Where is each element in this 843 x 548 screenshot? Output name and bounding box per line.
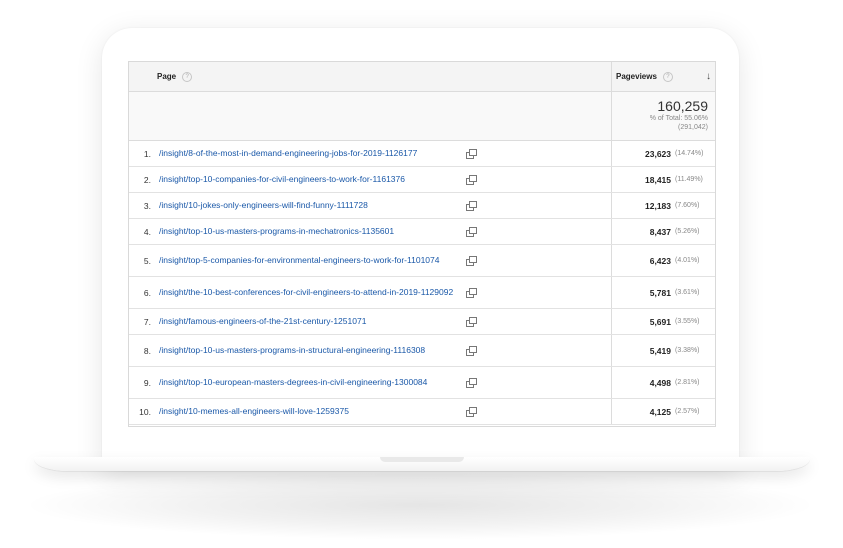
laptop-shadow (20, 470, 820, 540)
pageviews-value: 4,125 (649, 406, 671, 417)
help-icon[interactable]: ? (662, 71, 673, 82)
open-in-new-window-icon[interactable] (466, 406, 477, 417)
totals-row: 160,259 % of Total: 55.06% (291,042) (129, 92, 715, 141)
page-column-header[interactable]: Page ? (129, 62, 611, 91)
pageviews-percent: (5.26%) (675, 228, 700, 235)
row-index: 10. (139, 406, 151, 417)
pageviews-cell: 5,419 (3.38%) (611, 335, 715, 366)
table-row: 10. /insight/10-memes-all-engineers-will-… (129, 399, 715, 425)
open-in-new-window-icon[interactable] (466, 287, 477, 298)
page-cell: 3. /insight/10-jokes-only-engineers-will-… (129, 193, 611, 218)
page-link[interactable]: /insight/10-jokes-only-engineers-will-fi… (159, 200, 457, 211)
open-in-new-window-icon[interactable] (466, 255, 477, 266)
row-index: 2. (143, 174, 151, 185)
page-link[interactable]: /insight/top-5-companies-for-environment… (159, 255, 457, 266)
pageviews-cell: 4,498 (2.81%) (611, 367, 715, 398)
open-in-new-window-icon[interactable] (466, 345, 477, 356)
open-in-new-window-icon[interactable] (466, 377, 477, 388)
row-index: 1. (143, 148, 151, 159)
pageviews-value: 5,419 (649, 345, 671, 356)
pageviews-cell: 6,423 (4.01%) (611, 245, 715, 276)
row-index: 6. (143, 287, 151, 298)
page-link[interactable]: /insight/10-memes-all-engineers-will-lov… (159, 406, 457, 417)
page-link[interactable]: /insight/famous-engineers-of-the-21st-ce… (159, 316, 457, 327)
pageviews-percent: (3.55%) (675, 318, 700, 325)
table-row: 6. /insight/the-10-best-conferences-for-c… (129, 277, 715, 309)
page-link[interactable]: /insight/the-10-best-conferences-for-civ… (159, 287, 457, 298)
pageviews-percent: (2.81%) (675, 379, 700, 386)
row-index: 4. (143, 226, 151, 237)
row-index: 9. (143, 377, 151, 388)
table-row: 1. /insight/8-of-the-most-in-demand-engin… (129, 141, 715, 167)
open-in-new-window-icon[interactable] (466, 226, 477, 237)
table-row: 7. /insight/famous-engineers-of-the-21st-… (129, 309, 715, 335)
total-pageviews: 160,259 (657, 98, 708, 114)
pageviews-cell: 18,415 (11.49%) (611, 167, 715, 192)
pageviews-percent: (4.01%) (675, 257, 700, 264)
totals-cell: 160,259 % of Total: 55.06% (291,042) (611, 92, 715, 140)
pageviews-value: 12,183 (645, 200, 671, 211)
page-cell: 4. /insight/top-10-us-masters-programs-in… (129, 219, 611, 244)
table-header: Page ? Pageviews ? ↓ (129, 62, 715, 92)
page-cell: 2. /insight/top-10-companies-for-civil-en… (129, 167, 611, 192)
total-percent: % of Total: 55.06% (649, 115, 708, 122)
row-index: 7. (143, 316, 151, 327)
open-in-new-window-icon[interactable] (466, 174, 477, 185)
pageviews-cell: 23,623 (14.74%) (611, 141, 715, 166)
pageviews-percent: (3.38%) (675, 347, 700, 354)
pageviews-percent: (11.49%) (675, 176, 703, 183)
page-cell: 1. /insight/8-of-the-most-in-demand-engin… (129, 141, 611, 166)
pageviews-cell: 5,781 (3.61%) (611, 277, 715, 308)
pageviews-column-header[interactable]: Pageviews ? ↓ (611, 62, 715, 91)
pageviews-percent: (14.74%) (675, 150, 704, 157)
page-link[interactable]: /insight/top-10-us-masters-programs-in-s… (159, 345, 457, 356)
page-column-label: Page (157, 72, 177, 81)
page-cell: 9. /insight/top-10-european-masters-degre… (129, 367, 611, 398)
table-body: 1. /insight/8-of-the-most-in-demand-engin… (129, 141, 715, 425)
table-row: 2. /insight/top-10-companies-for-civil-en… (129, 167, 715, 193)
pageviews-value: 5,781 (649, 287, 671, 298)
page-link[interactable]: /insight/top-10-companies-for-civil-engi… (159, 174, 457, 185)
table-row: 3. /insight/10-jokes-only-engineers-will-… (129, 193, 715, 219)
row-index: 5. (143, 255, 151, 266)
pageviews-value: 8,437 (649, 226, 671, 237)
page-cell: 6. /insight/the-10-best-conferences-for-c… (129, 277, 611, 308)
pageviews-column-label: Pageviews (616, 72, 657, 81)
help-icon[interactable]: ? (182, 71, 193, 82)
pageviews-value: 5,691 (649, 316, 671, 327)
pageviews-value: 4,498 (649, 377, 671, 388)
pageviews-value: 6,423 (649, 255, 671, 266)
pageviews-value: 23,623 (645, 148, 671, 159)
pageviews-cell: 12,183 (7.60%) (611, 193, 715, 218)
open-in-new-window-icon[interactable] (466, 148, 477, 159)
pageviews-cell: 8,437 (5.26%) (611, 219, 715, 244)
pageviews-percent: (2.57%) (675, 408, 700, 415)
page-cell: 7. /insight/famous-engineers-of-the-21st-… (129, 309, 611, 334)
open-in-new-window-icon[interactable] (466, 200, 477, 211)
pageviews-cell: 4,125 (2.57%) (611, 399, 715, 424)
page-link[interactable]: /insight/top-10-us-masters-programs-in-m… (159, 226, 457, 237)
table-row: 5. /insight/top-5-companies-for-environme… (129, 245, 715, 277)
page-link[interactable]: /insight/8-of-the-most-in-demand-enginee… (159, 148, 457, 159)
sort-descending-icon[interactable]: ↓ (706, 71, 711, 82)
laptop-notch (380, 457, 464, 462)
pageviews-percent: (7.60%) (675, 202, 700, 209)
row-index: 8. (143, 345, 151, 356)
table-row: 8. /insight/top-10-us-masters-programs-in… (129, 335, 715, 367)
row-index: 3. (143, 200, 151, 211)
laptop-screen: Page ? Pageviews ? ↓ 160,259 % of Total:… (128, 61, 716, 427)
open-in-new-window-icon[interactable] (466, 316, 477, 327)
pageviews-percent: (3.61%) (675, 289, 700, 296)
pageviews-value: 18,415 (645, 174, 671, 185)
page-cell: 10. /insight/10-memes-all-engineers-will-… (129, 399, 611, 424)
table-row: 4. /insight/top-10-us-masters-programs-in… (129, 219, 715, 245)
total-site-pageviews: (291,042) (678, 124, 708, 131)
page-link[interactable]: /insight/top-10-european-masters-degrees… (159, 377, 457, 388)
pageviews-cell: 5,691 (3.55%) (611, 309, 715, 334)
page-cell: 5. /insight/top-5-companies-for-environme… (129, 245, 611, 276)
page-cell: 8. /insight/top-10-us-masters-programs-in… (129, 335, 611, 366)
analytics-table: Page ? Pageviews ? ↓ 160,259 % of Total:… (129, 62, 715, 425)
table-row: 9. /insight/top-10-european-masters-degre… (129, 367, 715, 399)
